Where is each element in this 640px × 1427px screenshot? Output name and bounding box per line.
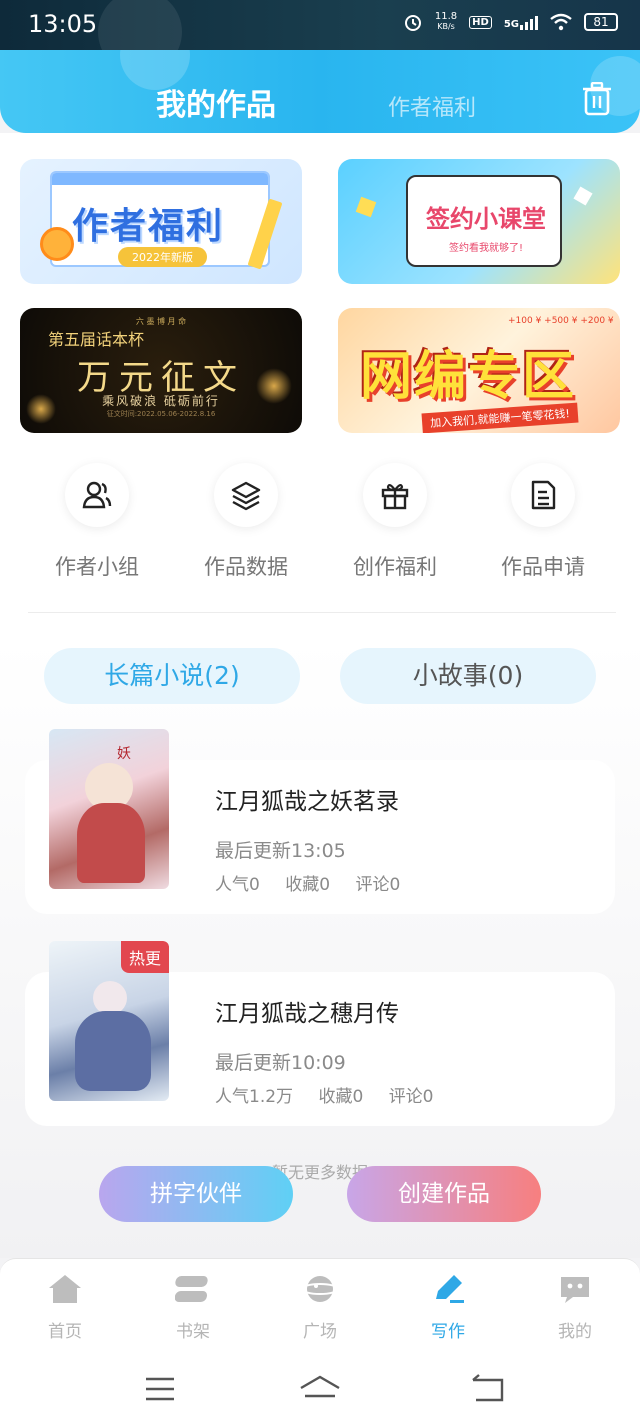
tab-write[interactable]: 写作	[408, 1273, 488, 1342]
network-type: 5G	[503, 19, 519, 30]
tab-me[interactable]: 我的	[535, 1273, 615, 1342]
status-time: 13:05	[28, 10, 98, 38]
book-stats: 人气0 收藏0 评论0	[215, 870, 420, 895]
banner-date: 征文时间:2022.05.06-2022.8.16	[106, 410, 216, 418]
banner-editor-zone[interactable]: +100 ¥ +500 ¥ +200 ¥ 网编专区 加入我们,就能赚一笔零花钱!	[338, 308, 620, 433]
system-nav-bar	[0, 1352, 640, 1427]
clock-icon	[40, 227, 74, 261]
banner-title: 签约小课堂	[426, 205, 546, 233]
banner-pretitle: 第五届话本杯	[48, 330, 145, 349]
banner-card: 签约小课堂 签约看我就够了!	[406, 175, 562, 267]
cover-figure	[93, 981, 127, 1015]
quick-link-circle	[65, 463, 129, 527]
banner-essay-contest[interactable]: 六 墨 博 月 命 第五届话本杯 万元征文 乘风破浪 砥砺前行 征文时间:202…	[20, 308, 302, 433]
decor-cube-icon	[573, 186, 593, 206]
quick-link-creation-welfare[interactable]: 创作福利	[330, 463, 460, 581]
status-bar: 13:05 11.8 KB/s HD 5G 81	[0, 0, 640, 74]
cover-figure	[75, 1011, 151, 1091]
book-update-time: 最后更新13:05	[215, 840, 346, 862]
planet-icon	[301, 1276, 339, 1302]
signal-icon	[520, 14, 538, 30]
book-title: 江月狐哉之妖茗录	[215, 789, 399, 815]
banner-tag: 2022年新版	[118, 247, 207, 267]
quick-link-label: 作者小组	[55, 555, 139, 579]
book-cover[interactable]: 热更	[49, 941, 169, 1101]
tab-label: 首页	[48, 1322, 82, 1342]
main-content: 作者福利 2022年新版 签约小课堂 签约看我就够了! 六 墨 博 月 命 第五…	[0, 133, 640, 1258]
quick-link-label: 作品数据	[204, 555, 288, 579]
net-speed: 11.8 KB/s	[435, 12, 457, 32]
book-stats: 人气1.2万 收藏0 评论0	[215, 1082, 454, 1107]
home-nav-icon[interactable]	[298, 1374, 342, 1404]
book-popularity: 人气1.2万	[215, 1087, 294, 1107]
banner-title: 作者福利	[72, 206, 225, 247]
cover-figure	[77, 803, 145, 883]
chat-face-icon	[561, 1277, 589, 1303]
menu-icon[interactable]	[144, 1376, 176, 1402]
segment-short-story[interactable]: 小故事(0)	[340, 648, 596, 704]
quick-link-work-data[interactable]: 作品数据	[181, 463, 311, 581]
bookshelf-icon	[174, 1276, 208, 1302]
pen-icon	[436, 1275, 464, 1303]
status-icons: 11.8 KB/s HD 5G 81	[403, 12, 618, 32]
tab-home[interactable]: 首页	[25, 1273, 105, 1342]
firework-icon	[256, 368, 292, 404]
book-cover[interactable]: 妖	[49, 729, 169, 889]
hd-badge: HD	[469, 15, 492, 29]
home-icon	[49, 1275, 81, 1303]
book-comments: 评论0	[355, 875, 401, 895]
gift-icon	[381, 484, 409, 510]
create-work-button[interactable]: 创建作品	[347, 1166, 541, 1222]
wifi-icon	[550, 13, 572, 31]
book-title: 江月狐哉之穗月传	[215, 1001, 399, 1027]
book-comments: 评论0	[388, 1087, 434, 1107]
segment-long-novel[interactable]: 长篇小说(2)	[44, 648, 300, 704]
quick-link-circle	[511, 463, 575, 527]
banner-tags: +100 ¥ +500 ¥ +200 ¥	[508, 316, 614, 326]
tab-my-works[interactable]: 我的作品	[156, 80, 276, 124]
quick-link-circle	[214, 463, 278, 527]
bottom-tab-bar: 首页 书架 广场 写作 我的	[0, 1258, 640, 1352]
banner-subtitle: 签约看我就够了!	[448, 243, 523, 254]
battery-icon: 81	[584, 13, 618, 31]
alarm-icon	[404, 15, 421, 31]
users-icon	[82, 481, 112, 509]
word-partner-button[interactable]: 拼字伙伴	[99, 1166, 293, 1222]
tab-label: 写作	[431, 1322, 465, 1342]
banner-title: 网编专区	[360, 347, 577, 407]
quick-link-label: 创作福利	[353, 555, 437, 579]
tab-square[interactable]: 广场	[280, 1273, 360, 1342]
tab-bookshelf[interactable]: 书架	[153, 1273, 233, 1342]
app-header: 我的作品 作者福利	[0, 50, 640, 133]
layers-icon	[231, 481, 261, 511]
hot-update-badge: 热更	[120, 941, 169, 973]
tab-author-welfare[interactable]: 作者福利	[388, 90, 476, 122]
net-speed-unit: KB/s	[437, 22, 455, 31]
tab-label: 广场	[303, 1322, 337, 1342]
trash-icon[interactable]	[582, 82, 612, 116]
book-collect: 收藏0	[318, 1087, 364, 1107]
no-more-data: 暂无更多数据	[271, 1163, 368, 1182]
firework-icon	[26, 394, 56, 424]
banner-contract-class[interactable]: 签约小课堂 签约看我就够了!	[338, 159, 620, 284]
quick-link-circle	[363, 463, 427, 527]
book-collect: 收藏0	[285, 875, 331, 895]
banner-author-welfare[interactable]: 作者福利 2022年新版	[20, 159, 302, 284]
back-icon[interactable]	[470, 1374, 506, 1404]
cover-text: 妖	[117, 746, 131, 762]
divider	[28, 612, 616, 613]
book-update-time: 最后更新10:09	[215, 1052, 346, 1074]
tab-label: 书架	[176, 1322, 210, 1342]
quick-link-label: 作品申请	[501, 555, 585, 579]
quick-links: 作者小组 作品数据 创作福利 作品申请	[0, 463, 640, 583]
net-speed-value: 11.8	[434, 11, 458, 22]
quick-link-author-group[interactable]: 作者小组	[32, 463, 162, 581]
document-icon	[531, 480, 556, 510]
quick-link-work-apply[interactable]: 作品申请	[478, 463, 608, 581]
tab-label: 我的	[558, 1322, 592, 1342]
decor-cube-icon	[355, 196, 377, 218]
book-popularity: 人气0	[215, 875, 260, 895]
